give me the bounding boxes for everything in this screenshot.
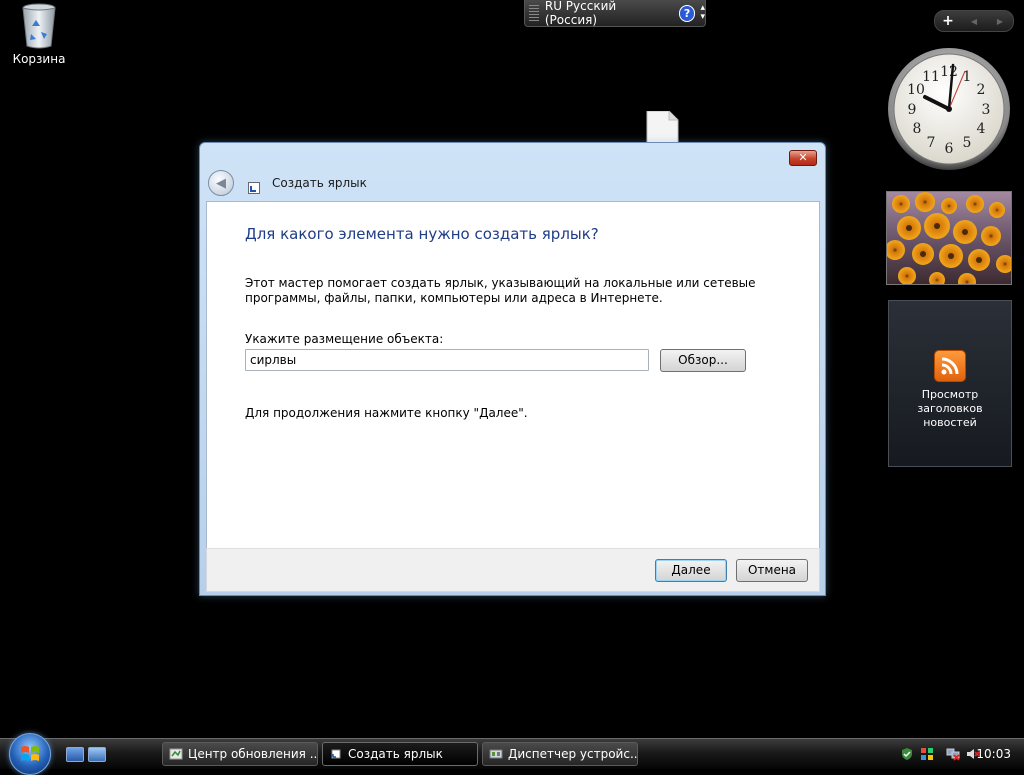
clock-number: 1: [963, 69, 972, 85]
language-bar-options-icon[interactable]: ▴ ▾: [700, 4, 705, 22]
previous-page-icon[interactable]: ◀: [961, 17, 987, 26]
create-shortcut-window: ✕ ◀ Создать ярлык Для какого элемента ну…: [199, 142, 826, 596]
language-bar[interactable]: RU Русский (Россия) ? ▴ ▾: [524, 0, 706, 27]
clock-gadget[interactable]: 12 1 2 3 4 5 6 7 8 9 10 11: [887, 47, 1011, 171]
taskbar-button-label: Диспетчер устройс...: [508, 747, 638, 761]
close-button[interactable]: ✕: [789, 150, 817, 166]
feed-headlines-gadget[interactable]: Просмотр заголовков новостей: [888, 300, 1012, 467]
wizard-description: Этот мастер помогает создать ярлык, указ…: [245, 276, 756, 305]
wizard-content: Для какого элемента нужно создать ярлык?…: [206, 201, 820, 550]
taskbar-button-windows-update[interactable]: Центр обновления ...: [162, 742, 318, 766]
sidebar-controls: + ◀ ▶: [934, 10, 1014, 32]
shield-check-icon[interactable]: [900, 747, 914, 761]
switch-windows-icon[interactable]: [88, 747, 106, 762]
shortcut-icon: [331, 749, 341, 759]
continue-hint: Для продолжения нажмите кнопку "Далее".: [245, 406, 528, 420]
next-page-icon[interactable]: ▶: [987, 17, 1013, 26]
clock-number: 8: [913, 121, 922, 137]
location-input[interactable]: [245, 349, 649, 371]
network-disconnected-icon[interactable]: [946, 747, 960, 761]
windows-logo-icon: [21, 746, 39, 761]
clock-number: 5: [963, 135, 972, 151]
clock-number: 7: [927, 135, 936, 151]
recycle-bin-label: Корзина: [12, 52, 66, 66]
taskbar-button-create-shortcut[interactable]: Создать ярлык: [322, 742, 478, 766]
wizard-footer: Далее Отмена: [206, 548, 820, 592]
taskbar: Центр обновления ... Создать ярлык Диспе…: [0, 733, 1024, 775]
clock-number: 9: [908, 102, 917, 118]
back-button[interactable]: ◀: [208, 170, 234, 196]
windows-update-icon: [169, 748, 183, 760]
close-icon: ✕: [798, 151, 808, 164]
start-button[interactable]: [9, 733, 51, 775]
device-manager-icon: [489, 749, 503, 759]
location-label: Укажите размещение объекта:: [245, 332, 444, 346]
clock-number: 3: [982, 102, 991, 118]
help-icon[interactable]: ?: [678, 4, 696, 22]
cancel-button[interactable]: Отмена: [736, 559, 808, 582]
page-heading: Для какого элемента нужно создать ярлык?: [245, 225, 599, 243]
clock-number: 11: [922, 69, 940, 85]
clock-number: 4: [977, 121, 986, 137]
rss-icon: [934, 350, 966, 382]
shortcut-icon: [248, 182, 260, 194]
recycle-bin-shortcut[interactable]: Корзина: [8, 2, 70, 66]
add-gadget-icon[interactable]: +: [935, 13, 961, 29]
slideshow-gadget[interactable]: [886, 191, 1012, 285]
back-arrow-icon: ◀: [216, 175, 226, 191]
grip-handle[interactable]: [529, 5, 539, 21]
feed-gadget-text: Просмотр заголовков новостей: [917, 388, 983, 429]
clock-number: 2: [977, 82, 986, 98]
system-clock[interactable]: 10:03: [976, 747, 1011, 761]
file-icon: [646, 111, 679, 143]
clock-number: 12: [940, 64, 958, 80]
security-center-icon[interactable]: [920, 747, 934, 761]
flowers-photo: [887, 192, 1011, 284]
wizard-header: ◀ Создать ярлык: [208, 170, 367, 196]
next-button[interactable]: Далее: [655, 559, 727, 582]
browse-button[interactable]: Обзор...: [660, 349, 746, 372]
recycle-bin-icon: [22, 3, 56, 49]
taskbar-button-device-manager[interactable]: Диспетчер устройс...: [482, 742, 638, 766]
language-indicator[interactable]: RU Русский (Россия): [545, 0, 671, 27]
clock-number: 6: [945, 141, 954, 157]
taskbar-button-label: Центр обновления ...: [188, 747, 318, 761]
window-title: Создать ярлык: [272, 176, 367, 190]
show-desktop-icon[interactable]: [66, 747, 84, 762]
taskbar-button-label: Создать ярлык: [348, 747, 443, 761]
